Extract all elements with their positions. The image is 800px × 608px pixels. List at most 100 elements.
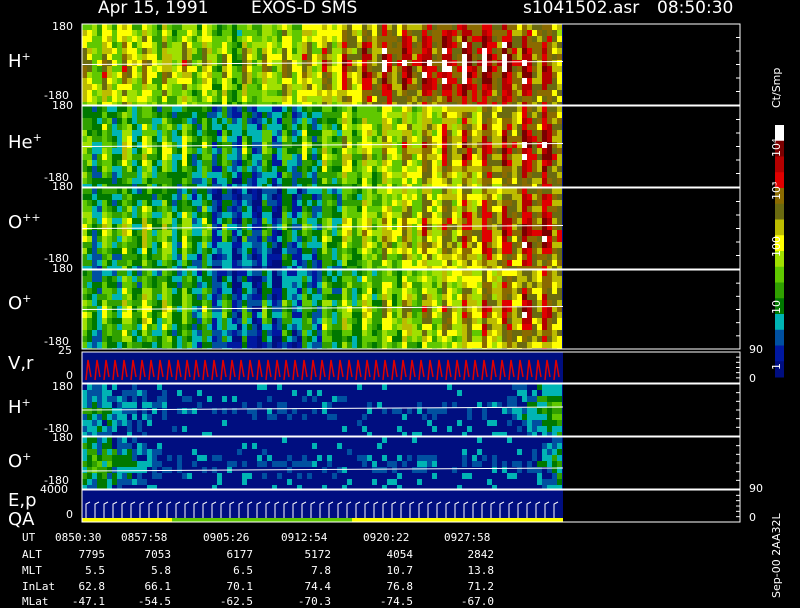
heatmap-cell (232, 212, 237, 218)
heatmap-cell (407, 318, 412, 324)
heatmap-cell (467, 200, 472, 206)
heatmap-cell (247, 130, 252, 136)
heatmap-cell (157, 84, 162, 90)
heatmap-cell (487, 160, 492, 166)
heatmap-cell (122, 84, 127, 90)
heatmap-cell (277, 72, 282, 78)
heatmap-cell (127, 248, 132, 254)
heatmap-cell (107, 270, 112, 276)
heatmap-cell (132, 106, 137, 112)
heatmap-cell (287, 84, 292, 90)
heatmap-cell (432, 136, 437, 142)
heatmap-cell (442, 188, 447, 194)
heatmap-cell (437, 112, 442, 118)
heatmap-cell (282, 188, 287, 194)
heatmap-cell (362, 112, 367, 118)
heatmap-cell (157, 160, 162, 166)
heatmap-cell (477, 96, 482, 102)
heatmap-cell (497, 72, 502, 78)
heatmap-cell (142, 72, 147, 78)
heatmap-cell (482, 148, 487, 154)
heatmap-cell (312, 300, 317, 306)
heatmap-cell (507, 24, 512, 30)
heatmap-cell (447, 90, 452, 96)
heatmap-cell (157, 78, 162, 84)
heatmap-cell (192, 84, 197, 90)
heatmap-cell (287, 206, 292, 212)
heatmap-cell (352, 242, 357, 248)
heatmap-cell (392, 318, 397, 324)
heatmap-cell (257, 66, 262, 72)
heatmap-cell (167, 78, 172, 84)
heatmap-cell (387, 136, 392, 142)
heatmap-cell (172, 300, 177, 306)
heatmap-cell (497, 90, 502, 96)
heatmap-cell (117, 288, 122, 294)
heatmap-cell (267, 112, 272, 118)
heatmap-cell (542, 112, 547, 118)
heatmap-cell (292, 188, 297, 194)
heatmap-cell (377, 300, 382, 306)
heatmap-cell (507, 194, 512, 200)
heatmap-cell (302, 96, 307, 102)
heatmap-cell (387, 96, 392, 102)
heatmap-cell (327, 24, 332, 30)
heatmap-cell (272, 136, 277, 142)
heatmap-cell (332, 318, 337, 324)
heatmap-cell (137, 270, 142, 276)
heatmap-cell (172, 230, 177, 236)
heatmap-cell (537, 142, 542, 148)
heatmap-cell (292, 154, 297, 160)
heatmap-cell (257, 336, 262, 342)
heatmap-cell (267, 288, 272, 294)
heatmap-cell (382, 90, 387, 96)
heatmap-cell (412, 124, 417, 130)
heatmap-cell (207, 106, 212, 112)
heatmap-cell (437, 224, 442, 230)
heatmap-cell (122, 188, 127, 194)
heatmap-cell (552, 96, 557, 102)
heatmap-cell (467, 166, 472, 172)
heatmap-cell (262, 288, 267, 294)
heatmap-cell (372, 24, 377, 30)
heatmap-cell (452, 194, 457, 200)
heatmap-cell (192, 270, 197, 276)
heatmap-cell (492, 178, 497, 184)
heatmap-cell (492, 54, 497, 60)
heatmap-cell (92, 260, 97, 266)
heatmap-cell (497, 242, 502, 248)
heatmap-cell (127, 166, 132, 172)
heatmap-cell (192, 66, 197, 72)
heatmap-cell (407, 160, 412, 166)
heatmap-cell (177, 154, 182, 160)
heatmap-cell (337, 254, 342, 260)
heatmap-cell (487, 212, 492, 218)
heatmap-cell (342, 136, 347, 142)
heatmap-cell (187, 112, 192, 118)
heatmap-cell (547, 224, 552, 230)
heatmap-cell (537, 188, 542, 194)
heatmap-cell (467, 124, 472, 130)
heatmap-cell (147, 130, 152, 136)
heatmap-cell (332, 288, 337, 294)
heatmap-cell (107, 330, 112, 336)
heatmap-cell (177, 160, 182, 166)
heatmap-cell (152, 148, 157, 154)
heatmap-cell (92, 224, 97, 230)
heatmap-cell (117, 218, 122, 224)
heatmap-cell (107, 342, 112, 348)
heatmap-cell (252, 236, 257, 242)
heatmap-cell (337, 160, 342, 166)
heatmap-cell (352, 288, 357, 294)
heatmap-cell (137, 124, 142, 130)
heatmap-cell (472, 178, 477, 184)
heatmap-cell (517, 106, 522, 112)
heatmap-cell (97, 106, 102, 112)
heatmap-cell (192, 160, 197, 166)
heatmap-cell (147, 154, 152, 160)
heatmap-cell (227, 288, 232, 294)
heatmap-cell (507, 112, 512, 118)
heatmap-cell (137, 248, 142, 254)
heatmap-cell (287, 260, 292, 266)
heatmap-cell (97, 242, 102, 248)
